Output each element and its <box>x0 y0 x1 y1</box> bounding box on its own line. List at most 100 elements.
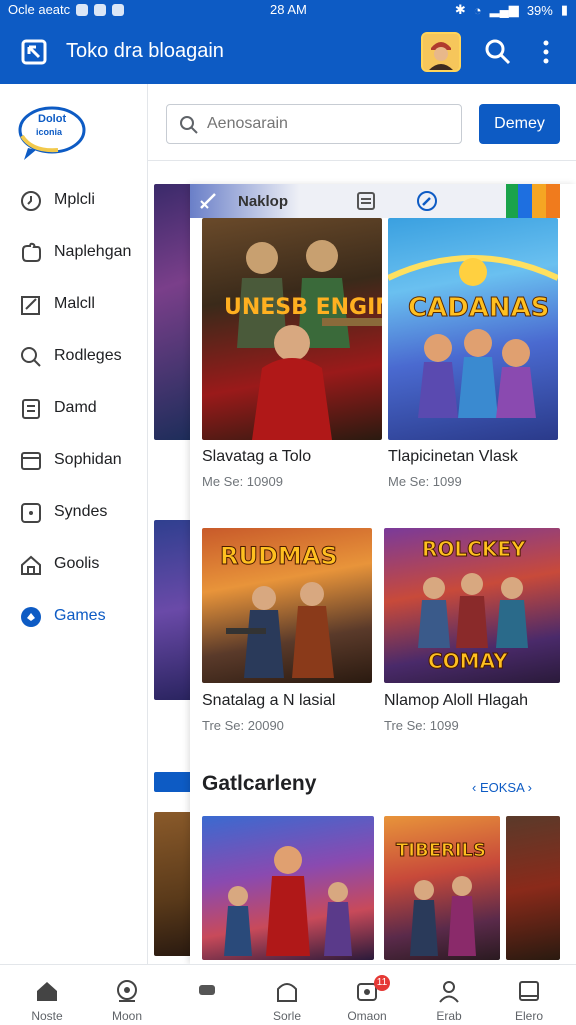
sidebar-item-mplcli[interactable]: Mplcli <box>0 180 148 220</box>
list-icon[interactable] <box>356 191 376 211</box>
app-bar: Toko dra bloagain <box>0 20 576 84</box>
game-card-name: Slavatag a Tolo <box>202 448 312 465</box>
game-card-panel: Naklop UNESB ENGI Slavatag a Tolo Me Se:… <box>190 184 576 964</box>
section-title: Gatlcarleny <box>202 772 317 795</box>
notification-icon <box>76 3 89 16</box>
bottom-nav-label: Elero <box>514 1009 543 1023</box>
bottom-nav-home[interactable]: Noste <box>6 965 88 1025</box>
search-input[interactable] <box>207 111 447 137</box>
bottom-nav-label: Sorle <box>272 1009 301 1023</box>
game-card-name: Nlamop Aloll Hlagah <box>384 692 529 709</box>
peek-section-chip <box>154 772 192 792</box>
sidebar-item-label: Goolis <box>54 555 100 572</box>
clock-icon <box>21 191 41 211</box>
game-card-art-title: CADANAS <box>408 293 550 323</box>
battery-icon: ▮ <box>560 2 568 17</box>
profile-icon <box>439 981 459 1003</box>
sidebar-item-label: Rodleges <box>54 347 122 364</box>
brand-text-line1: Dolot <box>38 113 67 125</box>
search-button[interactable]: Demey <box>479 104 560 144</box>
sidebar-item-naplehgan[interactable]: Naplehgan <box>0 232 148 272</box>
game-card-meta: Tre Se: 20090 <box>202 718 284 733</box>
game-card-meta: Tre Se: 1099 <box>384 718 459 733</box>
home-icon <box>21 555 41 575</box>
square-icon <box>21 503 41 523</box>
color-palette-icon[interactable] <box>506 184 560 218</box>
peek-card-art[interactable] <box>154 812 192 956</box>
bottom-nav-omaon[interactable]: 11 Omaon <box>326 965 408 1025</box>
carousel-previous-strip[interactable] <box>154 184 192 956</box>
peek-card-art[interactable] <box>154 184 192 440</box>
game-card-art[interactable]: TIBERILS <box>384 816 500 960</box>
game-card-art-title: RUDMAS <box>220 542 338 570</box>
sidebar-item-label: Mplcli <box>54 191 95 208</box>
bottom-nav-erab[interactable]: Erab <box>408 965 490 1025</box>
bottom-nav-label: Erab <box>436 1009 462 1023</box>
notification-icon <box>94 3 107 16</box>
sidebar-item-rodleges[interactable]: Rodleges <box>0 336 148 376</box>
avatar[interactable] <box>421 32 461 72</box>
logo-icon[interactable] <box>20 38 48 66</box>
compass-icon <box>117 980 137 1002</box>
battery-text: 39% <box>526 2 553 18</box>
game-card-name: Tlapicinetan Vlask <box>388 448 518 465</box>
game-card-name: Snatalag a N lasial <box>202 692 336 709</box>
main-content: Demey Naklop <box>148 84 576 964</box>
edit-icon <box>21 296 40 315</box>
game-card-art[interactable]: ROLCKEY COMAY <box>384 528 560 683</box>
puzzle-icon <box>22 242 41 262</box>
game-card-art[interactable] <box>506 816 560 960</box>
window-icon <box>21 452 41 470</box>
sidebar-item-label: Sophidan <box>54 451 122 468</box>
bottom-nav-elero[interactable]: Elero <box>488 965 570 1025</box>
chat-icon <box>199 985 215 995</box>
close-icon[interactable] <box>198 191 218 211</box>
bottom-nav-chat[interactable] <box>166 965 248 1025</box>
game-card-meta: Me Se: 1099 <box>388 474 462 489</box>
chevron-right-icon: › <box>524 780 532 795</box>
game-card-art[interactable]: CADANAS <box>388 218 558 440</box>
more-vert-icon[interactable] <box>536 38 556 66</box>
chevron-left-icon: ‹ <box>472 780 480 795</box>
sidebar-item-label: Malcll <box>54 295 95 312</box>
window-icon <box>519 981 539 1001</box>
game-card-art[interactable]: UNESB ENGINE <box>202 218 382 440</box>
bottom-nav-label: Omaon <box>347 1009 387 1023</box>
bottom-nav-label: Moon <box>111 1009 143 1023</box>
game-card-meta: Me Se: 10909 <box>202 474 283 489</box>
status-time: 28 AM <box>270 2 307 17</box>
sidebar-item-label: Naplehgan <box>54 243 132 260</box>
compass-icon[interactable] <box>416 190 438 212</box>
divider <box>148 160 576 161</box>
sidebar-item-games[interactable]: Games <box>0 596 148 636</box>
bottom-nav-moon[interactable]: Moon <box>86 965 168 1025</box>
card-toolbar: Naklop <box>190 184 560 218</box>
status-left-text: Ocle aeatc <box>8 2 71 17</box>
search-box[interactable] <box>166 104 462 144</box>
app-title: Toko dra bloagain <box>66 40 224 62</box>
shelf-icon <box>277 983 297 1002</box>
sidebar-item-malcll[interactable]: Malcll <box>0 284 148 324</box>
brand-logo: Dolot iconia <box>18 106 88 162</box>
status-bar: Ocle aeatc 28 AM ✱ ◔ ▂▄▆ 39% ▮ <box>0 0 576 20</box>
section-see-all-link[interactable]: ‹ EOKSA › <box>472 780 532 795</box>
sidebar-item-label: Games <box>54 607 106 624</box>
toolbar-label: Naklop <box>238 193 289 210</box>
sidebar-item-syndes[interactable]: Syndes <box>0 492 148 532</box>
bottom-nav-sorle[interactable]: Sorle <box>246 965 328 1025</box>
home-icon <box>37 982 57 1001</box>
peek-card-art[interactable] <box>154 520 192 700</box>
sidebar-item-label: Syndes <box>54 503 108 520</box>
list-icon <box>22 399 40 419</box>
wifi-icon: ◔ <box>473 2 482 18</box>
game-card-art[interactable]: RUDMAS <box>202 528 372 683</box>
sidebar-item-sophidan[interactable]: Sophidan <box>0 440 148 480</box>
bluetooth-icon: ✱ <box>454 2 466 17</box>
search-icon[interactable] <box>484 38 512 66</box>
game-card-art[interactable] <box>202 816 374 960</box>
bottom-nav-label: Noste <box>31 1009 63 1023</box>
game-card-art-title: ROLCKEY <box>422 537 526 561</box>
game-card-art-title: UNESB ENGINE <box>224 295 382 320</box>
sidebar-item-damd[interactable]: Damd <box>0 388 148 428</box>
sidebar-item-goolis[interactable]: Goolis <box>0 544 148 584</box>
